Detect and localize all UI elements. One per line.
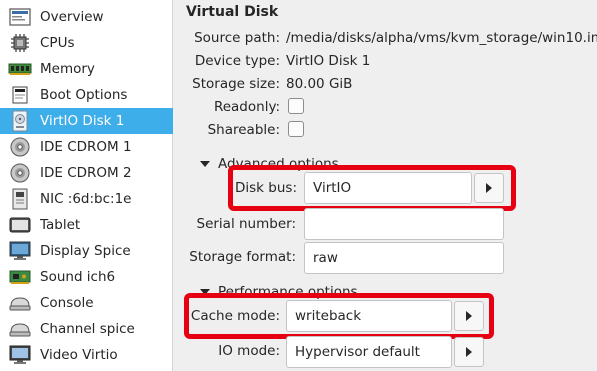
storage-size-value: 80.00 GiB [286, 76, 353, 92]
readonly-checkbox[interactable] [288, 98, 304, 114]
sidebar-item-display-spice[interactable]: Display Spice [0, 238, 173, 264]
disk-details-panel: Virtual Disk Source path: /media/disks/a… [174, 0, 597, 371]
sidebar-item-label: IDE CDROM 1 [40, 139, 132, 155]
sidebar-item-label: Sound ich6 [40, 269, 116, 285]
shareable-label: Shareable: [207, 122, 280, 138]
tablet-icon [8, 214, 32, 236]
io-mode-dropdown-button[interactable] [454, 337, 484, 367]
sound-icon [8, 266, 32, 288]
sidebar-item-label: Display Spice [40, 243, 131, 259]
sidebar-item-console[interactable]: Console [0, 290, 173, 316]
cache-mode-value: writeback [295, 308, 362, 324]
overview-icon [8, 6, 32, 28]
sidebar-item-label: CPUs [40, 35, 75, 51]
sidebar-item-sound-ich6[interactable]: Sound ich6 [0, 264, 173, 290]
sidebar-item-label: Video Virtio [40, 347, 118, 363]
sidebar-item-label: IDE CDROM 2 [40, 165, 132, 181]
disk-icon [8, 110, 32, 132]
arrow-right-icon [486, 183, 492, 193]
sidebar-item-label: Tablet [40, 217, 81, 233]
storage-format-input[interactable]: raw [304, 242, 504, 274]
cache-mode-dropdown-button[interactable] [454, 301, 484, 331]
cpu-icon [8, 32, 32, 54]
display-icon [8, 240, 32, 262]
readonly-label: Readonly: [213, 99, 280, 115]
sidebar-item-ide-cdrom-1[interactable]: IDE CDROM 1 [0, 134, 173, 160]
sidebar-item-overview[interactable]: Overview [0, 4, 173, 30]
disk-bus-label: Disk bus: [235, 180, 297, 196]
expand-arrow-icon [200, 289, 210, 295]
video-icon [8, 344, 32, 366]
storage-format-label: Storage format: [189, 249, 296, 265]
sidebar-item-tablet[interactable]: Tablet [0, 212, 173, 238]
disk-bus-dropdown-button[interactable] [474, 173, 504, 203]
sidebar-item-video-virtio[interactable]: Video Virtio [0, 342, 173, 368]
performance-options-expander[interactable]: Performance options [200, 284, 358, 300]
sidebar-item-label: Boot Options [40, 87, 128, 103]
sidebar-item-nic[interactable]: NIC :6d:bc:1e [0, 186, 173, 212]
advanced-options-label: Advanced options [218, 156, 339, 172]
sidebar-item-label: Memory [40, 61, 95, 77]
source-path-value: /media/disks/alpha/vms/kvm_storage/win10… [286, 30, 597, 46]
disk-bus-combo[interactable]: VirtIO [304, 172, 472, 204]
storage-size-label: Storage size: [192, 76, 280, 92]
storage-format-value: raw [313, 250, 338, 266]
expand-arrow-icon [200, 161, 210, 167]
sidebar-item-label: NIC :6d:bc:1e [40, 191, 132, 207]
shareable-checkbox[interactable] [288, 121, 304, 137]
sidebar-item-memory[interactable]: Memory [0, 56, 173, 82]
serial-number-label: Serial number: [196, 216, 297, 232]
sidebar-item-cpus[interactable]: CPUs [0, 30, 173, 56]
io-mode-value: Hypervisor default [295, 344, 420, 360]
sidebar-item-label: Overview [40, 9, 104, 25]
sidebar-item-channel-spice[interactable]: Channel spice [0, 316, 173, 342]
section-title-virtual-disk: Virtual Disk [186, 4, 279, 20]
sidebar-item-ide-cdrom-2[interactable]: IDE CDROM 2 [0, 160, 173, 186]
memory-icon [8, 58, 32, 80]
sidebar-item-virtio-disk-1[interactable]: VirtIO Disk 1 [0, 108, 173, 134]
cache-mode-label: Cache mode: [190, 308, 280, 324]
device-type-value: VirtIO Disk 1 [286, 53, 371, 69]
cache-mode-combo[interactable]: writeback [286, 300, 452, 332]
console-icon [8, 292, 32, 314]
source-path-label: Source path: [194, 30, 280, 46]
cdrom-icon [8, 162, 32, 184]
channel-icon [8, 318, 32, 340]
hardware-list[interactable]: Overview CPUs Memory Boot Options VirtIO… [0, 0, 173, 371]
sidebar-item-label: Console [40, 295, 94, 311]
arrow-right-icon [466, 311, 472, 321]
io-mode-label: IO mode: [218, 343, 280, 359]
performance-options-label: Performance options [218, 284, 358, 300]
boot-icon [8, 84, 32, 106]
serial-number-input[interactable] [304, 208, 504, 240]
device-type-label: Device type: [194, 53, 280, 69]
cdrom-icon [8, 136, 32, 158]
sidebar-item-label: Channel spice [40, 321, 135, 337]
disk-bus-value: VirtIO [313, 180, 352, 196]
sidebar-item-boot-options[interactable]: Boot Options [0, 82, 173, 108]
io-mode-combo[interactable]: Hypervisor default [286, 336, 452, 368]
advanced-options-expander[interactable]: Advanced options [200, 156, 339, 172]
nic-icon [8, 188, 32, 210]
sidebar-item-label: VirtIO Disk 1 [40, 113, 125, 129]
arrow-right-icon [466, 347, 472, 357]
